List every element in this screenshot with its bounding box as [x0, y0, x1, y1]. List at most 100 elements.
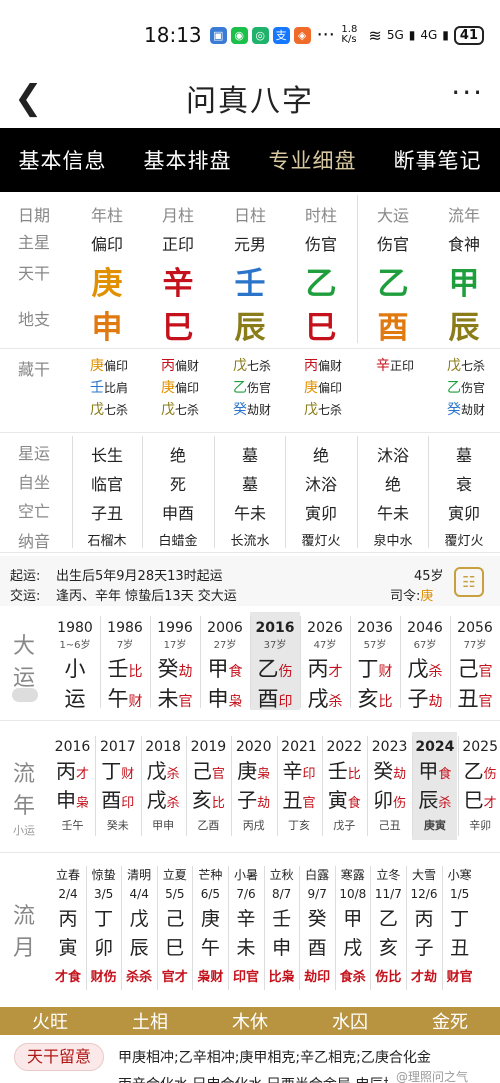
kong-value: 寅卯	[304, 504, 337, 523]
liunian-gan: 辛印	[277, 755, 322, 784]
column-head: 大运	[376, 206, 409, 225]
liuyue-shishen: 才食	[54, 970, 81, 985]
nayin-value: 长流水	[230, 534, 270, 549]
tab-basic-chart[interactable]: 基本排盘	[144, 145, 232, 175]
dayun-zhi-shishen: 财	[128, 694, 143, 710]
liunian-zhi-shishen: 劫	[257, 796, 271, 811]
dayun-zhi-shishen: 官	[178, 694, 193, 710]
jiaoyun-text: 逢丙、辛年 惊蛰后13天 交大运	[56, 589, 237, 604]
divider	[150, 616, 151, 708]
canggan-shishen: 偏财	[174, 359, 199, 373]
liuyue-column[interactable]: 惊蛰 3/5 丁卯财伤	[86, 862, 122, 992]
liunian-gan-shishen: 比	[347, 767, 361, 782]
title-bar: ❮ 问真八字 ···	[0, 70, 500, 126]
liuyue-shishen: 才劫	[410, 970, 437, 985]
more-menu-icon[interactable]: ···	[451, 76, 484, 109]
liunian-column[interactable]: 2023 癸劫 卯伤 己丑	[367, 732, 412, 840]
liuyue-column[interactable]: 小寒 1/5 丁丑财官	[442, 862, 478, 992]
nayin-value: 泉中水	[373, 534, 413, 549]
dayun-column[interactable]: 1980 1~6岁小运	[50, 612, 100, 711]
back-arrow-icon[interactable]: ❮	[14, 78, 43, 118]
tiangan-char: 辛	[162, 266, 194, 302]
dayun-gan: 壬比	[100, 653, 150, 683]
dayun-column[interactable]: 1996 17岁 癸劫 未官	[150, 612, 200, 711]
liuyue-column[interactable]: 大雪 12/6 丙子才劫	[406, 862, 442, 992]
divider	[406, 866, 407, 990]
liunian-column[interactable]: 2016 丙才 申枭 壬午	[50, 732, 95, 840]
row-label-canggan: 藏干	[18, 360, 51, 379]
qiyun-age: 45岁	[414, 569, 444, 584]
toggle-switch[interactable]	[12, 688, 38, 702]
liunian-column[interactable]: 2018 戊杀 戌杀 甲申	[141, 732, 186, 840]
liunian-column[interactable]: 2022 壬比 寅食 戊子	[322, 732, 367, 840]
dayun-column[interactable]: 1986 7岁 壬比 午财	[100, 612, 150, 711]
liunian-column[interactable]: 2025 乙伤 巳才 辛卯	[458, 732, 500, 840]
liuyue-shishen: 劫印	[304, 970, 331, 985]
dayun-zhi-char: 丑	[457, 687, 479, 711]
liunian-gan-shishen: 食	[438, 767, 452, 782]
calendar-icon[interactable]: ☷	[454, 567, 484, 597]
divider	[412, 736, 414, 836]
divider	[321, 736, 323, 836]
liunian-column[interactable]: 2021 辛印 丑官 丁亥	[277, 732, 322, 840]
dayun-column[interactable]: 2046 67岁 戊杀 子劫	[400, 612, 450, 711]
kong-value: 午未	[376, 504, 409, 523]
canggan-shishen: 偏印	[174, 381, 199, 395]
divider	[367, 736, 369, 836]
dayun-year: 1996	[157, 620, 193, 636]
liunian-zhi: 戌杀	[141, 784, 186, 813]
liuyue-shishen: 官才	[161, 970, 188, 985]
liunian-column[interactable]: 2024 甲食 辰杀 庚寅	[412, 732, 458, 840]
zizuo-value: 沐浴	[304, 475, 337, 494]
tab-detailed-chart[interactable]: 专业细盘	[269, 145, 357, 175]
liunian-gan-shishen: 枭	[257, 767, 271, 782]
dayun-gan-char: 甲	[207, 657, 229, 681]
liunian-column[interactable]: 2017 丁财 酉印 癸未	[95, 732, 140, 840]
wuxing-item: 木休	[232, 1012, 268, 1033]
tiangan-char: 甲	[448, 266, 480, 302]
liuyue-column[interactable]: 寒露 10/8 甲戌食杀	[335, 862, 371, 992]
tab-notes[interactable]: 断事笔记	[394, 145, 482, 175]
xingyun-value: 绝	[312, 446, 329, 465]
dayun-zhi-char: 子	[407, 687, 429, 711]
canggan-item: 戊七杀	[434, 356, 498, 377]
liuyue-column[interactable]: 立秋 8/7 壬申比枭	[264, 862, 300, 992]
liuyue-column[interactable]: 白露 9/7 癸酉劫印	[299, 862, 335, 992]
liunian-zhi: 亥比	[186, 784, 231, 813]
liuyue-date: 7/6	[236, 887, 256, 901]
dayun-column[interactable]: 2036 57岁 丁财 亥比	[350, 612, 400, 711]
liuyue-column[interactable]: 立春 2/4 丙寅才食	[50, 862, 86, 992]
dayun-column[interactable]: 2006 27岁 甲食 申枭	[200, 612, 250, 711]
liuyue-column[interactable]: 芒种 6/5 庚午枭财	[192, 862, 228, 992]
dayun-label: 大运	[6, 628, 42, 692]
liuyue-column[interactable]: 清明 4/4 戊辰杀杀	[121, 862, 157, 992]
liunian-zhi: 辰杀	[412, 784, 457, 813]
liuyue-column[interactable]: 立冬 11/7 乙亥伤比	[370, 862, 406, 992]
canggan-shishen: 正印	[389, 359, 414, 373]
tab-basic-info[interactable]: 基本信息	[19, 145, 107, 175]
liuyue-column[interactable]: 立夏 5/5 己巳官才	[157, 862, 193, 992]
dayun-column[interactable]: 2016 37岁 乙伤 酉印	[250, 612, 300, 711]
main-star: 食神	[447, 235, 480, 254]
liuyue-shishen: 食杀	[339, 970, 366, 985]
liuyue-date: 12/6	[410, 887, 438, 901]
liunian-column[interactable]: 2020 庚枭 子劫 丙戌	[231, 732, 276, 840]
canggan-shishen: 偏印	[103, 359, 128, 373]
canggan-shishen: 七杀	[174, 403, 199, 417]
liuyue-gan: 己	[165, 908, 185, 930]
dayun-gan-char: 己	[457, 657, 479, 681]
liuyue-gan: 乙	[378, 908, 398, 930]
dayun-zhi-char: 申	[207, 687, 229, 711]
canggan-gan: 乙	[446, 380, 461, 396]
xingyun-value: 墓	[455, 446, 472, 465]
alipay-icon: 支	[272, 26, 290, 44]
dayun-column[interactable]: 2056 77岁 己官 丑官	[450, 612, 500, 711]
watermark: @理照问之气	[396, 1070, 469, 1083]
canggan-item: 戊七杀	[220, 356, 284, 377]
liuyue-column[interactable]: 小暑 7/6 辛未印官	[228, 862, 264, 992]
liunian-column[interactable]: 2019 己官 亥比 乙酉	[186, 732, 231, 840]
liunian-gan: 甲食	[412, 755, 457, 784]
liuyue-date: 3/5	[93, 887, 114, 901]
divider	[231, 736, 233, 836]
dayun-column[interactable]: 2026 47岁 丙才 戌杀	[300, 612, 350, 711]
